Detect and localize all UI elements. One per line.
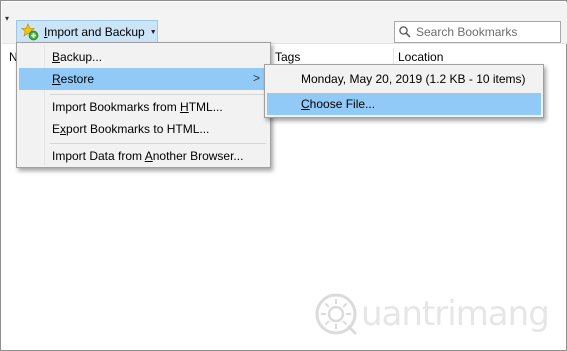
menu-item-backup-entry[interactable]: Monday, May 20, 2019 (1.2 KB - 10 items) bbox=[267, 68, 541, 90]
menu-item-label: Choose File... bbox=[301, 97, 376, 111]
search-box[interactable] bbox=[394, 21, 561, 43]
menu-item-export-html[interactable]: Export Bookmarks to HTML... bbox=[19, 118, 268, 140]
menu-item-label: Restore bbox=[52, 72, 95, 86]
organize-caret[interactable]: ▾ bbox=[5, 14, 9, 23]
menu-item-label: Import Bookmarks from HTML... bbox=[52, 100, 223, 114]
menu-item-backup[interactable]: Backup... bbox=[19, 46, 268, 68]
menu-item-import-browser[interactable]: Import Data from Another Browser... bbox=[19, 145, 268, 167]
menu-item-import-html[interactable]: Import Bookmarks from HTML... bbox=[19, 96, 268, 118]
menu-item-restore[interactable]: Restore > bbox=[19, 68, 268, 90]
import-backup-menu: Backup... Restore > Import Bookmarks fro… bbox=[16, 42, 271, 168]
watermark: uantrimang bbox=[313, 289, 558, 339]
toolbar: ▾ Import and Backup ▼ bbox=[2, 2, 567, 44]
search-input[interactable] bbox=[416, 23, 556, 41]
tags-column-header[interactable]: Tags bbox=[275, 50, 300, 64]
menu-separator bbox=[50, 143, 266, 144]
import-and-backup-button[interactable]: Import and Backup ▼ bbox=[16, 20, 158, 44]
submenu-arrow-icon: > bbox=[252, 71, 260, 85]
watermark-logo-icon bbox=[315, 293, 358, 336]
library-window: ▾ Import and Backup ▼ N Tags Location Ba… bbox=[0, 0, 567, 351]
search-icon bbox=[399, 26, 411, 38]
import-and-backup-label: Import and Backup bbox=[44, 25, 145, 39]
column-divider[interactable] bbox=[393, 48, 394, 65]
dropdown-caret-icon: ▼ bbox=[149, 28, 157, 36]
watermark-text: uantrimang bbox=[361, 294, 550, 334]
menu-item-label: Export Bookmarks to HTML... bbox=[52, 122, 210, 136]
restore-submenu: Monday, May 20, 2019 (1.2 KB - 10 items)… bbox=[264, 64, 544, 118]
menu-item-choose-file[interactable]: Choose File... bbox=[267, 93, 541, 115]
menu-item-label: Import Data from Another Browser... bbox=[52, 149, 244, 163]
menu-item-label: Backup... bbox=[52, 50, 103, 64]
menu-separator bbox=[50, 94, 266, 95]
backup-entry-label: Monday, May 20, 2019 (1.2 KB - 10 items) bbox=[301, 72, 526, 86]
star-import-icon bbox=[21, 23, 39, 41]
location-column-header[interactable]: Location bbox=[398, 50, 443, 64]
